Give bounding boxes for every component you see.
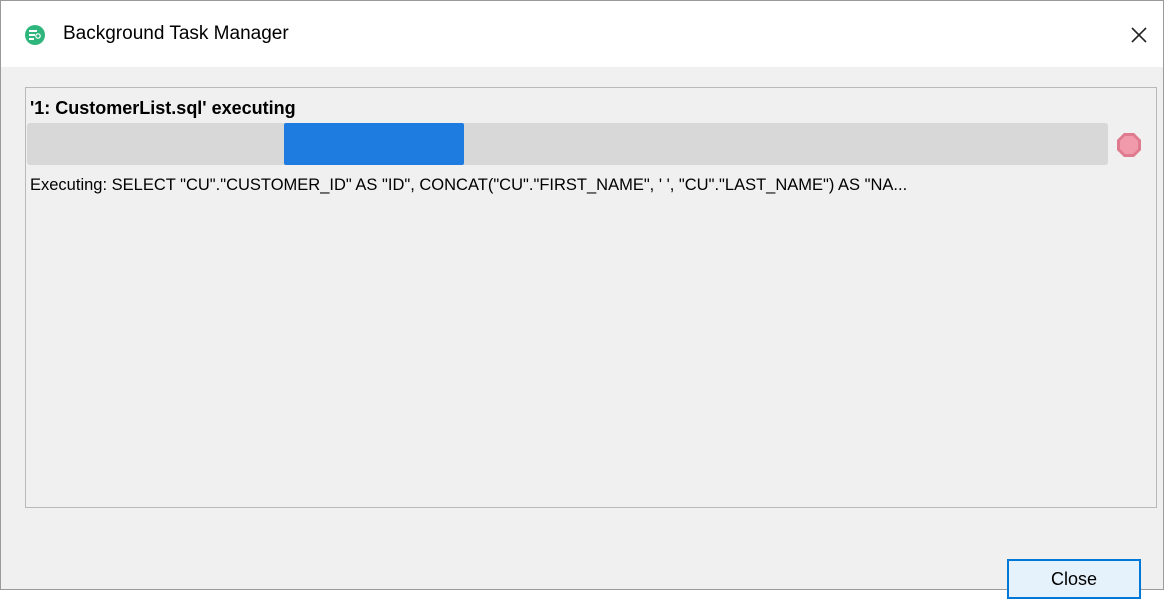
stop-icon[interactable] — [1116, 132, 1142, 158]
title-bar: Background Task Manager — [1, 1, 1163, 67]
progress-indicator — [284, 123, 464, 165]
task-list-panel: '1: CustomerList.sql' executing Executin… — [25, 87, 1157, 508]
progress-bar — [27, 123, 1108, 165]
window-title: Background Task Manager — [63, 23, 289, 44]
background-task-manager-dialog: Background Task Manager '1: CustomerList… — [0, 0, 1164, 599]
task-status-text: Executing: SELECT "CU"."CUSTOMER_ID" AS … — [30, 176, 908, 194]
database-search-icon — [25, 25, 45, 45]
task-heading: '1: CustomerList.sql' executing — [30, 98, 296, 118]
close-icon[interactable] — [1125, 21, 1153, 49]
close-button[interactable]: Close — [1007, 559, 1141, 599]
